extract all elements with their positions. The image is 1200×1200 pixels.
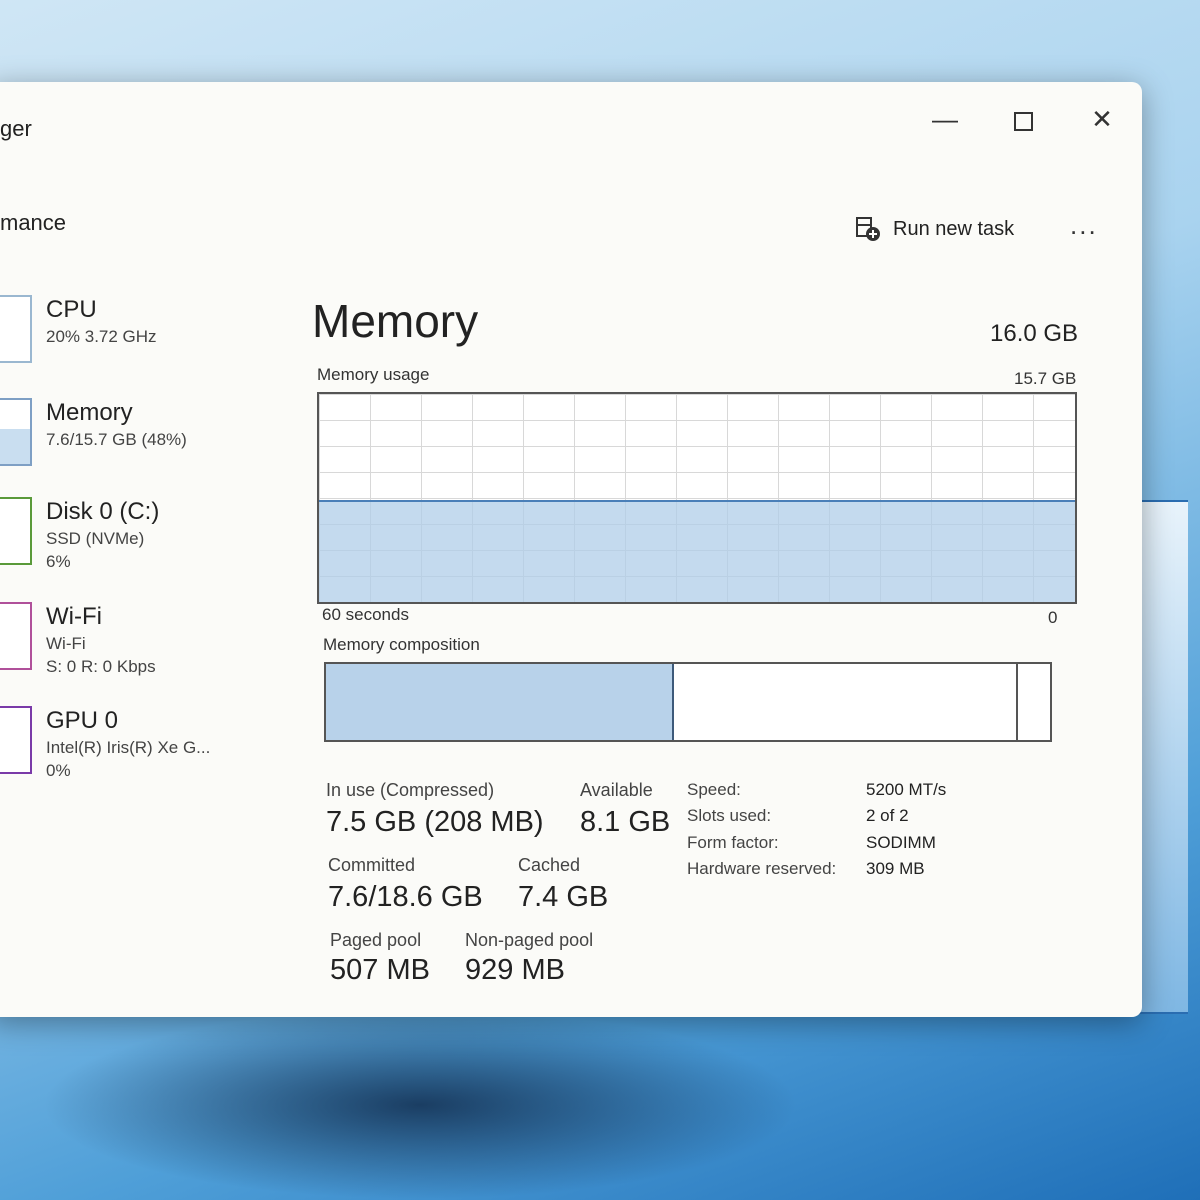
sidebar-item-detail: Wi-Fi [46, 634, 86, 653]
memory-total: 16.0 GB [990, 320, 1079, 347]
memory-thumbnail [0, 398, 32, 466]
cpu-thumbnail [0, 295, 32, 363]
gpu-thumbnail [0, 706, 32, 774]
page-title: mance [0, 210, 67, 235]
committed-label: Committed [328, 855, 416, 875]
available-value: 8.1 GB [580, 806, 671, 838]
sidebar-item-wifi[interactable]: Wi-Fi Wi-Fi S: 0 R: 0 Kbps [0, 602, 156, 678]
sidebar-item-detail: 0% [46, 761, 71, 780]
form-factor-value: SODIMM [866, 833, 936, 852]
task-manager-window: ger — ✕ mance Run new task ... CPU 20% 3… [0, 82, 1142, 1017]
composition-available-segment [673, 664, 1018, 740]
graph-x-right-label: 0 [1048, 608, 1058, 627]
run-task-icon [856, 217, 880, 241]
sidebar-item-cpu[interactable]: CPU 20% 3.72 GHz [0, 295, 157, 363]
paged-pool-value: 507 MB [330, 954, 430, 986]
available-label: Available [580, 780, 653, 800]
composition-in-use-segment [326, 664, 674, 740]
non-paged-pool-label: Non-paged pool [465, 930, 594, 950]
speed-value: 5200 MT/s [866, 780, 947, 799]
sidebar-item-gpu[interactable]: GPU 0 Intel(R) Iris(R) Xe G... 0% [0, 706, 210, 782]
sidebar-item-label: GPU 0 [46, 707, 119, 734]
memory-usage-label: Memory usage [317, 365, 430, 384]
run-new-task-label: Run new task [893, 217, 1015, 240]
memory-usage-graph [317, 392, 1077, 604]
disk-thumbnail [0, 497, 32, 565]
sidebar-item-memory[interactable]: Memory 7.6/15.7 GB (48%) [0, 398, 187, 466]
wifi-thumbnail [0, 602, 32, 670]
memory-composition-label: Memory composition [323, 635, 480, 654]
slots-used-label: Slots used: [687, 806, 772, 825]
close-button[interactable]: ✕ [1082, 104, 1122, 135]
minimize-button[interactable]: — [925, 104, 965, 135]
speed-label: Speed: [687, 780, 741, 799]
slots-used-value: 2 of 2 [866, 806, 909, 825]
hardware-reserved-label: Hardware reserved: [687, 859, 837, 878]
sidebar-item-detail: 20% 3.72 GHz [46, 327, 157, 346]
sidebar-item-detail: S: 0 R: 0 Kbps [46, 657, 156, 676]
sidebar-item-disk[interactable]: Disk 0 (C:) SSD (NVMe) 6% [0, 497, 159, 573]
memory-usage-fill [319, 500, 1075, 602]
desktop-shadow [40, 1010, 800, 1200]
memory-composition-bar [324, 662, 1052, 742]
sidebar-item-label: CPU [46, 296, 97, 323]
in-use-value: 7.5 GB (208 MB) [326, 806, 544, 838]
memory-usage-max: 15.7 GB [1014, 369, 1077, 388]
committed-value: 7.6/18.6 GB [328, 881, 483, 913]
in-use-label: In use (Compressed) [326, 780, 495, 800]
composition-free-segment [1017, 664, 1051, 740]
sidebar-item-detail: SSD (NVMe) [46, 529, 145, 548]
non-paged-pool-value: 929 MB [465, 954, 565, 986]
cached-label: Cached [518, 855, 581, 875]
sidebar-item-detail: 6% [46, 552, 71, 571]
graph-x-left-label: 60 seconds [322, 605, 409, 624]
memory-title: Memory [312, 295, 479, 347]
maximize-button[interactable] [1003, 104, 1043, 138]
form-factor-label: Form factor: [687, 833, 779, 852]
sidebar-item-detail: Intel(R) Iris(R) Xe G... [46, 738, 211, 757]
sidebar-item-label: Memory [46, 399, 133, 426]
sidebar-item-detail: 7.6/15.7 GB (48%) [46, 430, 187, 449]
paged-pool-label: Paged pool [330, 930, 422, 950]
app-title: ger [0, 116, 32, 141]
sidebar-item-label: Disk 0 (C:) [46, 498, 160, 525]
hardware-reserved-value: 309 MB [866, 859, 925, 878]
run-new-task-button[interactable]: Run new task [855, 216, 1014, 242]
sidebar-item-label: Wi-Fi [46, 603, 102, 630]
more-options-button[interactable]: ... [1070, 210, 1098, 241]
maximize-icon [1013, 112, 1033, 131]
cached-value: 7.4 GB [518, 881, 609, 913]
